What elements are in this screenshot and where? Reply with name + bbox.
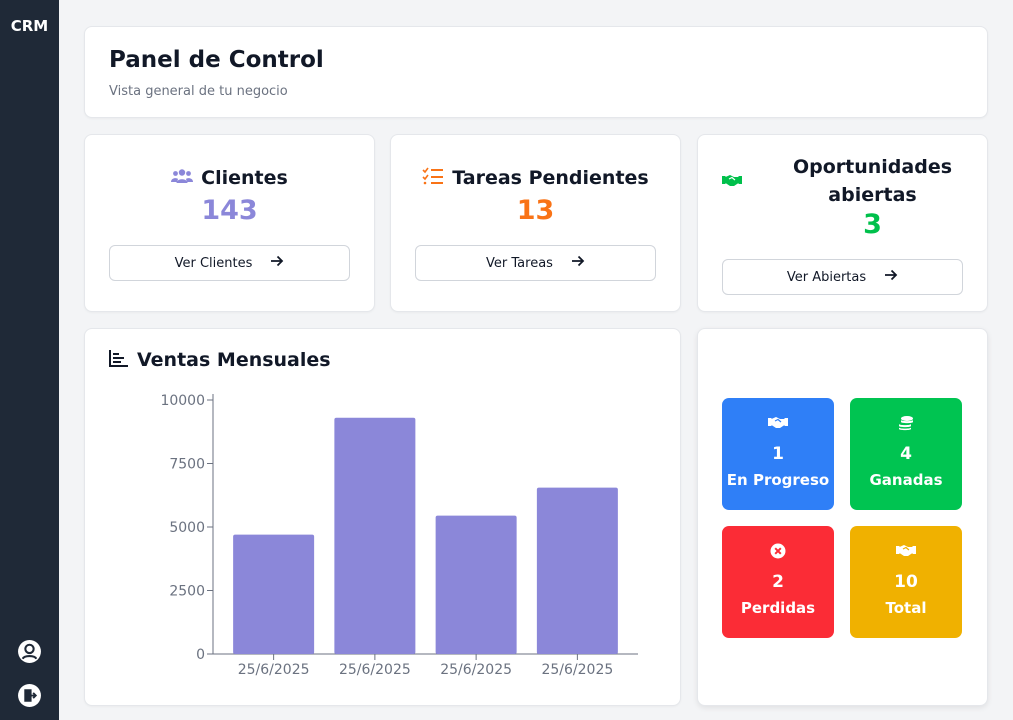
bar — [435, 515, 517, 654]
handshake-icon — [850, 543, 962, 557]
x-tick-label: 25/6/2025 — [541, 662, 613, 678]
view-clients-button[interactable]: Ver Clientes — [109, 245, 350, 281]
view-tasks-label: Ver Tareas — [486, 255, 553, 271]
sales-bar-chart: 0 2500 5000 7500 10000 25/6/2025 25/6/2025 25/6… — [160, 393, 638, 678]
x-tick-label: 25/6/2025 — [339, 662, 411, 678]
total-count: 10 — [894, 572, 918, 592]
tasks-icon — [422, 167, 444, 189]
clients-card: Clientes 143 Ver Clientes — [84, 134, 375, 312]
handshake-icon — [722, 415, 834, 429]
opportunities-title-line2: abiertas — [828, 184, 917, 206]
logout-icon[interactable] — [16, 682, 42, 708]
clients-title: Clientes — [201, 167, 288, 189]
clients-count: 143 — [201, 195, 258, 226]
coins-icon — [850, 415, 962, 431]
arrow-right-icon — [571, 255, 585, 271]
handshake-icon — [722, 172, 742, 191]
in-progress-count: 1 — [772, 444, 784, 464]
opportunities-count: 3 — [863, 209, 882, 240]
y-tick-label: 7500 — [169, 457, 205, 473]
opportunities-card: Oportunidades abiertas 3 Ver Abiertas — [697, 134, 988, 312]
app-logo[interactable]: CRM — [0, 17, 59, 35]
view-clients-label: Ver Clientes — [174, 255, 253, 271]
y-tick-label: 0 — [196, 647, 205, 663]
page-title: Panel de Control — [109, 47, 324, 73]
opportunity-summary-card: 1 En Progreso 4 Ganadas 2 Perdidas 10 To… — [697, 328, 988, 706]
y-tick-label: 2500 — [169, 584, 205, 600]
bar — [334, 417, 416, 654]
lost-count: 2 — [772, 572, 784, 592]
view-open-button[interactable]: Ver Abiertas — [722, 259, 963, 295]
x-tick-label: 25/6/2025 — [238, 662, 310, 678]
main-content: Panel de Control Vista general de tu neg… — [59, 0, 1013, 720]
won-label: Ganadas — [869, 471, 943, 489]
bar — [536, 487, 618, 654]
users-icon — [171, 168, 194, 188]
y-tick-label: 5000 — [169, 520, 205, 536]
tasks-card: Tareas Pendientes 13 Ver Tareas — [390, 134, 681, 312]
tile-total[interactable]: 10 Total — [850, 526, 962, 638]
header-card: Panel de Control Vista general de tu neg… — [84, 26, 988, 118]
sidebar: CRM — [0, 0, 59, 720]
y-tick-label: 10000 — [160, 393, 205, 409]
total-label: Total — [885, 599, 927, 617]
view-tasks-button[interactable]: Ver Tareas — [415, 245, 656, 281]
tile-lost[interactable]: 2 Perdidas — [722, 526, 834, 638]
opportunities-title-line1: Oportunidades — [792, 156, 953, 178]
page-subtitle: Vista general de tu negocio — [109, 84, 288, 99]
user-circle-icon[interactable] — [16, 638, 42, 664]
won-count: 4 — [900, 444, 912, 464]
tasks-count: 13 — [516, 195, 555, 226]
sales-chart-card: Ventas Mensuales 0 2500 5000 7500 10000 25/6/… — [84, 328, 681, 706]
x-circle-icon — [722, 543, 834, 559]
view-open-label: Ver Abiertas — [786, 269, 867, 285]
arrow-right-icon — [884, 269, 898, 285]
tasks-title: Tareas Pendientes — [452, 167, 649, 189]
arrow-right-icon — [270, 255, 284, 271]
tile-won[interactable]: 4 Ganadas — [850, 398, 962, 510]
x-tick-label: 25/6/2025 — [440, 662, 512, 678]
lost-label: Perdidas — [740, 599, 816, 617]
bar — [233, 534, 315, 654]
in-progress-label: En Progreso — [726, 471, 830, 489]
tile-in-progress[interactable]: 1 En Progreso — [722, 398, 834, 510]
